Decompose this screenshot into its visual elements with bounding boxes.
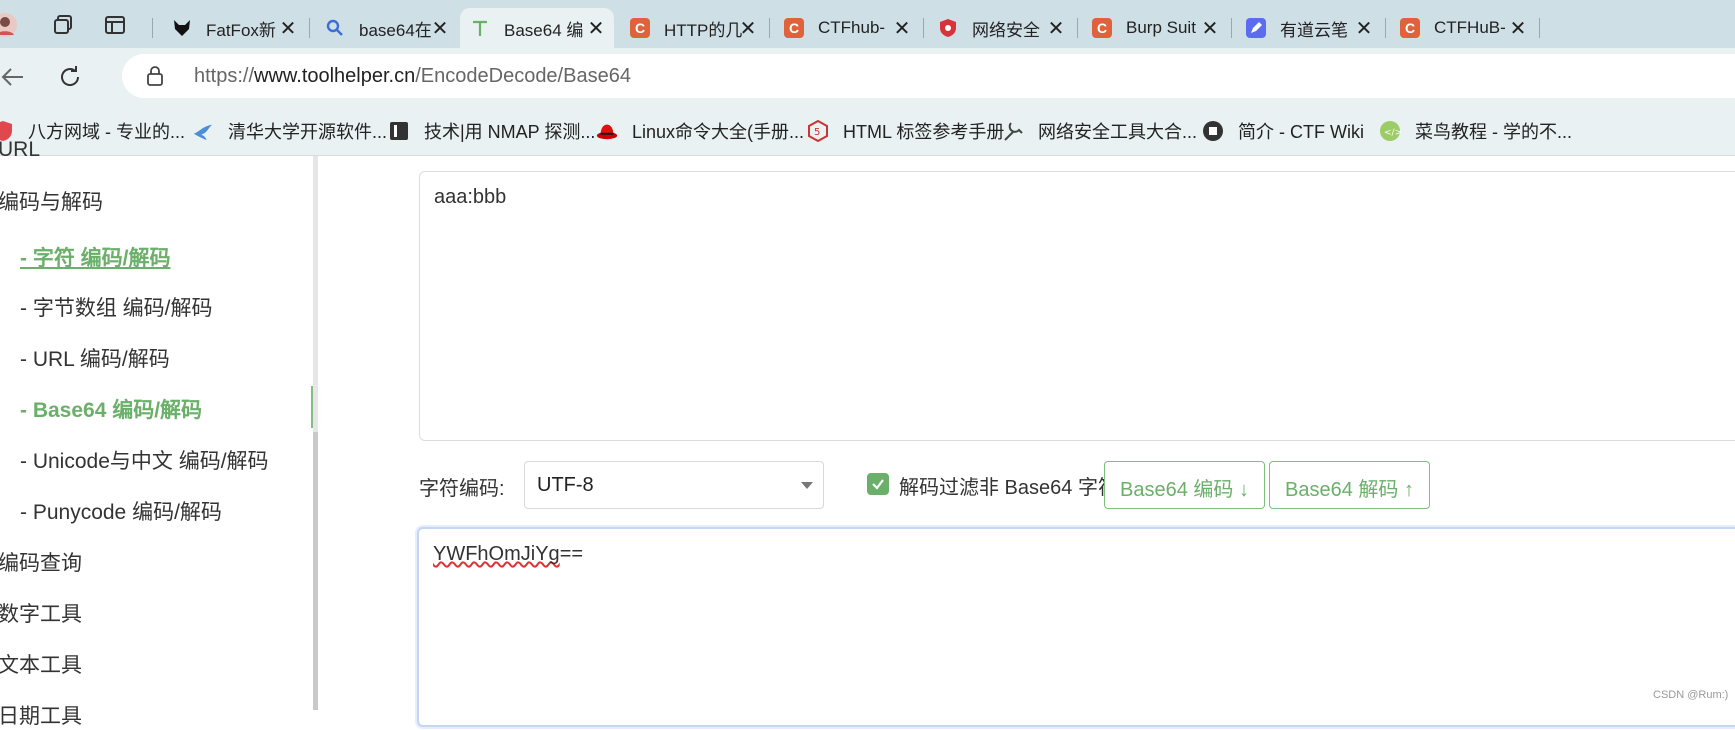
address-url[interactable]: https://www.toolhelper.cn/EncodeDecode/B… [194,65,631,88]
checkmark-icon [872,479,884,490]
tab-separator [923,18,924,38]
chevron-down-icon [801,482,813,489]
close-icon[interactable]: ✕ [278,16,298,41]
filter-checkbox[interactable] [867,473,889,495]
tab-3[interactable]: C HTTP的几 ✕ [620,8,766,48]
sidebar-item-text-tools[interactable]: 文本工具 [0,649,82,679]
sidebar-item-date-tools[interactable]: 日期工具 [0,700,82,730]
sidebar-item-bytearray-encode[interactable]: - 字节数组 编码/解码 [20,292,213,322]
tab-7[interactable]: 有道云笔 ✕ [1236,8,1382,48]
youdao-icon [1246,18,1266,38]
watermark: CSDN @Rum:) [1653,689,1729,701]
profile-avatar-icon[interactable] [0,12,18,38]
tab-separator [1077,18,1078,38]
sidebar-item-char-encode[interactable]: - 字符 编码/解码 [20,242,171,272]
bookmark-item[interactable]: 5 HTML 标签参考手册 [807,118,1004,144]
runoob-icon: </> [1379,120,1401,142]
charset-select[interactable]: UTF-8 [524,461,824,509]
output-textarea[interactable]: YWFhOmJiYg== [417,527,1735,727]
tab-6[interactable]: C Burp Suit ✕ [1082,8,1228,48]
bookmark-item[interactable]: Linux命令大全(手册... [596,118,804,144]
base64-decode-button[interactable]: Base64 解码 ↑ [1269,461,1430,509]
output-text: YWFhOmJiYg [433,543,560,565]
filter-checkbox-label[interactable]: 解码过滤非 Base64 字符 [899,471,1118,500]
sidebar-item-number-tools[interactable]: 数字工具 [0,598,82,628]
tab-separator [152,18,153,38]
charset-label: 字符编码: [419,478,505,500]
navigation-bar: https://www.toolhelper.cn/EncodeDecode/B… [0,48,1735,106]
ctfwiki-icon [1202,120,1224,142]
lock-icon[interactable] [144,65,166,87]
close-icon[interactable]: ✕ [586,16,606,41]
redhat-icon [596,120,618,142]
tab-0[interactable]: FatFox新 ✕ [162,8,306,48]
bookmark-label: 清华大学开源软件... [228,122,388,142]
fox-icon [172,18,192,38]
main-content: aaa:bbb 字符编码: UTF-8 解码过滤非 Base64 字符 Base… [318,156,1735,727]
c-icon: C [630,18,650,38]
tab-separator [309,18,310,38]
base64-encode-button[interactable]: Base64 编码 ↓ [1104,461,1265,509]
close-icon[interactable]: ✕ [1046,16,1066,41]
bookmark-item[interactable]: 技术|用 NMAP 探测... [388,118,595,144]
bookmark-item[interactable]: 网络安全工具大合... [1002,118,1197,144]
bookmark-item[interactable]: </> 菜鸟教程 - 学的不... [1379,118,1572,144]
tab-1[interactable]: base64在 ✕ [315,8,458,48]
html-icon: 5 [807,120,829,142]
book-icon [388,120,410,142]
output-padding: == [559,543,584,565]
bookmark-label: 菜鸟教程 - 学的不... [1415,122,1572,142]
tool-icon [1002,120,1024,142]
search-icon [325,18,345,38]
tab-actions-icon[interactable] [102,12,128,38]
close-icon[interactable]: ✕ [1200,16,1220,41]
workspaces-icon[interactable] [50,12,76,38]
tab-2[interactable]: Base64 编 ✕ [460,8,614,48]
tab-separator [1231,18,1232,38]
close-icon[interactable]: ✕ [1508,16,1528,41]
toolhelper-icon [470,18,490,38]
bookmark-label: 八方网域 - 专业的... [28,122,185,142]
reload-icon[interactable] [54,61,86,93]
bookmark-label: 简介 - CTF Wiki [1238,122,1364,142]
close-icon[interactable]: ✕ [430,16,450,41]
sidebar-item-url-partial[interactable]: URL [0,138,40,162]
back-icon[interactable] [0,61,28,93]
sidebar-item-base64-encode[interactable]: - Base64 编码/解码 [20,394,202,424]
tab-8[interactable]: C CTFHuB- ✕ [1390,8,1536,48]
bookmark-label: 网络安全工具大合... [1038,122,1198,142]
sidebar-item-unicode-encode[interactable]: - Unicode与中文 编码/解码 [20,445,269,475]
charset-select-value: UTF-8 [537,474,594,496]
close-icon[interactable]: ✕ [738,16,758,41]
bookmark-label: Linux命令大全(手册... [632,122,805,142]
svg-text:5: 5 [814,127,820,138]
bookmark-label: 技术|用 NMAP 探测... [424,122,596,142]
tab-separator [1385,18,1386,38]
svg-text:</>: </> [1384,128,1401,138]
address-bar[interactable]: https://www.toolhelper.cn/EncodeDecode/B… [122,54,1735,98]
tab-separator [769,18,770,38]
sidebar-item-encode-decode[interactable]: 编码与解码 [0,186,103,216]
bookmarks-bar: 八方网域 - 专业的... 清华大学开源软件... 技术|用 NMAP 探测... L… [0,106,1735,156]
sidebar-item-url-encode[interactable]: - URL 编码/解码 [20,343,170,373]
bookmark-item[interactable]: 简介 - CTF Wiki [1202,118,1364,144]
tab-4[interactable]: C CTFhub- ✕ [774,8,920,48]
bird-icon [192,120,214,142]
sidebar: URL 编码与解码 - 字符 编码/解码 - 字节数组 编码/解码 - URL … [0,138,318,728]
bookmark-item[interactable]: 清华大学开源软件... [192,118,387,144]
input-textarea[interactable]: aaa:bbb [419,171,1735,441]
tab-5[interactable]: 网络安全 ✕ [928,8,1074,48]
close-icon[interactable]: ✕ [892,16,912,41]
sidebar-item-encoding-lookup[interactable]: 编码查询 [0,547,82,577]
c-icon: C [1092,18,1112,38]
c-icon: C [1400,18,1420,38]
tab-strip: FatFox新 ✕ base64在 ✕ Base64 编 ✕ C HTTP的几 ✕ C CTFhub… [0,0,1735,48]
tab-separator [1539,18,1540,38]
c-icon: C [784,18,804,38]
sidebar-item-punycode-encode[interactable]: - Punycode 编码/解码 [20,496,222,526]
bookmark-label: HTML 标签参考手册 [843,122,1005,142]
close-icon[interactable]: ✕ [1354,16,1374,41]
shield-icon [938,18,958,38]
